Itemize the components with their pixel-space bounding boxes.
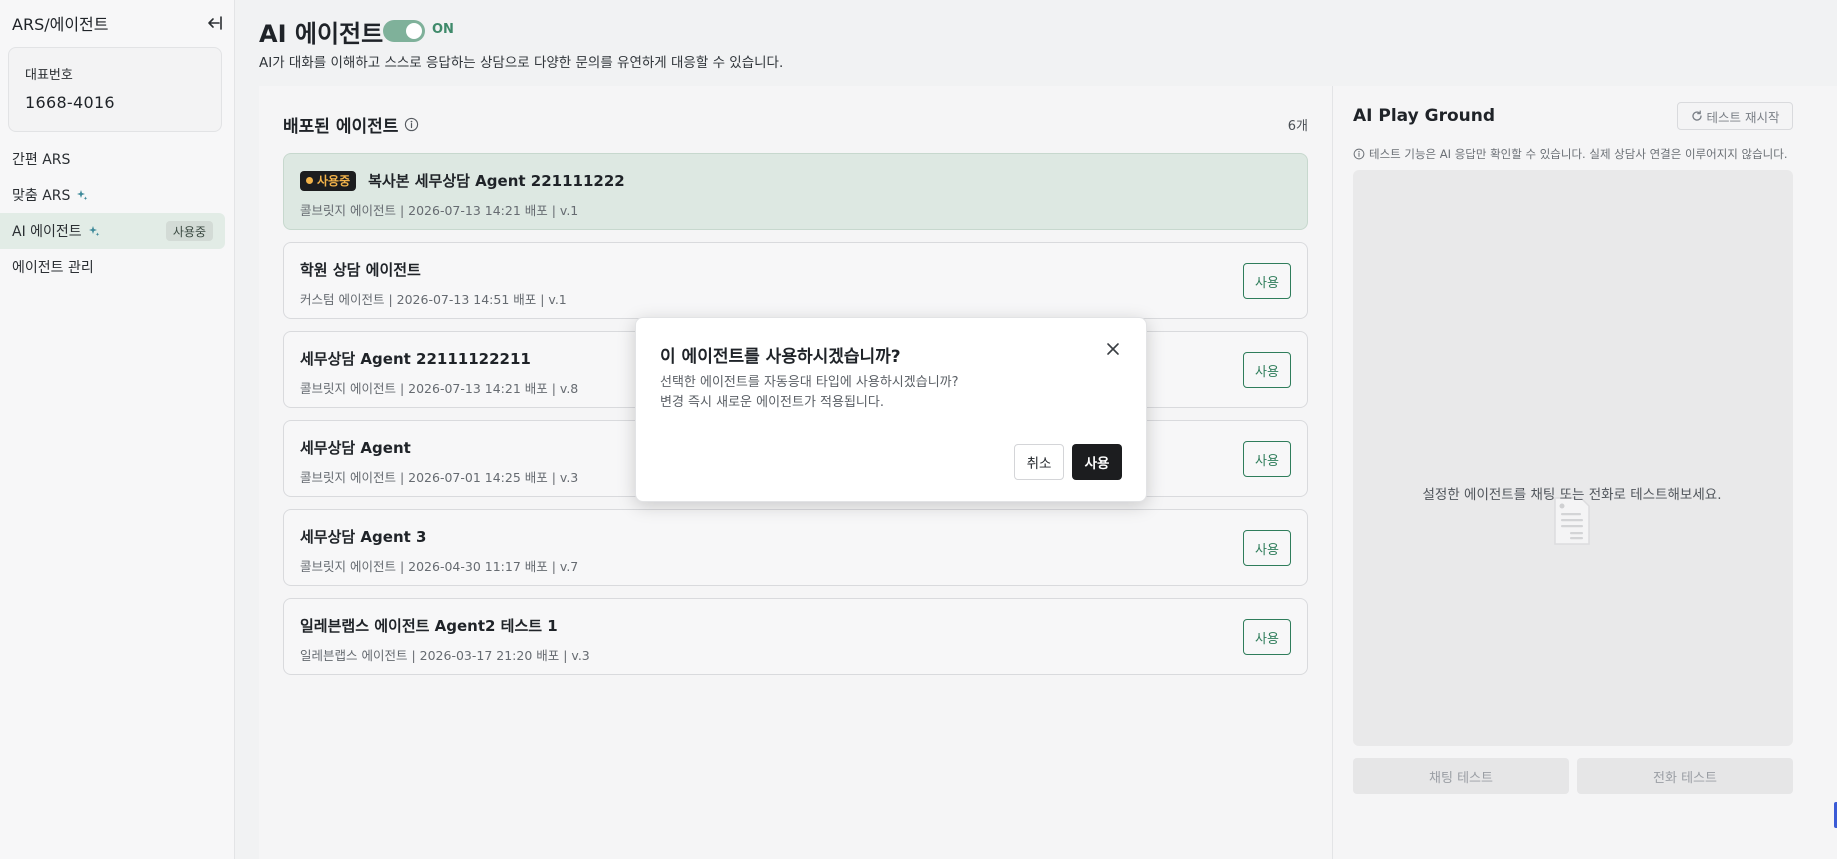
sidebar-item-agent-management[interactable]: 에이전트 관리 xyxy=(0,249,225,285)
agent-meta: 일레븐랩스 에이전트 | 2026-03-17 21:20 배포 | v.3 xyxy=(300,648,590,663)
agent-toggle[interactable] xyxy=(383,20,425,42)
agent-card[interactable]: 학원 상담 에이전트 커스텀 에이전트 | 2026-07-13 14:51 배… xyxy=(283,242,1308,319)
toggle-knob xyxy=(406,23,422,39)
sidebar-item-custom-ars[interactable]: 맞춤 ARS xyxy=(0,177,225,213)
phone-number: 1668-4016 xyxy=(25,93,115,112)
dialog-title: 이 에이전트를 사용하시겠습니까? xyxy=(660,347,901,367)
use-agent-button[interactable]: 사용 xyxy=(1243,619,1291,655)
sidebar-item-label: AI 에이전트 xyxy=(12,224,82,240)
in-use-badge: 사용중 xyxy=(300,170,357,191)
sidebar-item-label: 맞춤 ARS xyxy=(12,188,71,204)
dialog-actions: 취소 사용 xyxy=(1014,444,1122,480)
use-agent-button[interactable]: 사용 xyxy=(1243,530,1291,566)
playground-empty-text: 설정한 에이전트를 채팅 또는 전화로 테스트해보세요. xyxy=(1422,487,1722,503)
info-icon xyxy=(1353,148,1365,160)
chat-test-button[interactable]: 채팅 테스트 xyxy=(1353,758,1569,794)
toggle-label: ON xyxy=(432,22,454,37)
agent-meta: 콜브릿지 에이전트 | 2026-07-13 14:21 배포 | v.1 xyxy=(300,203,579,218)
restart-test-label: 테스트 재시작 xyxy=(1706,109,1780,125)
deployed-agents-header: 배포된 에이전트 xyxy=(283,112,420,137)
use-agent-button[interactable]: 사용 xyxy=(1243,441,1291,477)
agent-name: 일레븐랩스 에이전트 Agent2 테스트 1 xyxy=(300,617,558,635)
call-test-button[interactable]: 전화 테스트 xyxy=(1577,758,1793,794)
cancel-button[interactable]: 취소 xyxy=(1014,444,1064,480)
sidebar-item-label: 간편 ARS xyxy=(12,152,71,168)
agent-meta: 콜브릿지 에이전트 | 2026-07-01 14:25 배포 | v.3 xyxy=(300,470,579,485)
agent-name: 학원 상담 에이전트 xyxy=(300,261,421,279)
playground-area xyxy=(1353,170,1793,746)
agent-meta: 콜브릿지 에이전트 | 2026-07-13 14:21 배포 | v.8 xyxy=(300,381,579,396)
agent-card[interactable]: 세무상담 Agent 3 콜브릿지 에이전트 | 2026-04-30 11:1… xyxy=(283,509,1308,586)
document-icon xyxy=(1554,497,1590,545)
agent-name: 세무상담 Agent 3 xyxy=(300,528,427,546)
sidebar-item-ai-agent[interactable]: AI 에이전트 사용중 xyxy=(0,213,225,249)
phone-card: 대표번호 1668-4016 xyxy=(8,47,222,132)
sidebar-header: ARS/에이전트 xyxy=(12,12,224,34)
refresh-icon xyxy=(1691,110,1702,121)
info-icon[interactable] xyxy=(404,117,420,133)
restart-test-button[interactable]: 테스트 재시작 xyxy=(1677,102,1793,130)
sidebar: ARS/에이전트 대표번호 1668-4016 간편 ARS 맞춤 ARS AI… xyxy=(0,0,235,859)
close-icon[interactable] xyxy=(1102,338,1124,360)
agent-meta: 커스텀 에이전트 | 2026-07-13 14:51 배포 | v.1 xyxy=(300,292,567,307)
confirm-dialog: 이 에이전트를 사용하시겠습니까? 선택한 에이전트를 자동응대 타입에 사용하… xyxy=(635,317,1147,502)
phone-label: 대표번호 xyxy=(25,68,73,83)
agent-card[interactable]: 사용중 복사본 세무상담 Agent 221111222 콜브릿지 에이전트 |… xyxy=(283,153,1308,230)
confirm-use-button[interactable]: 사용 xyxy=(1072,444,1122,480)
collapse-left-icon[interactable] xyxy=(206,14,224,32)
playground-note-text: 테스트 기능은 AI 응답만 확인할 수 있습니다. 실제 상담사 연결은 이루… xyxy=(1369,147,1788,161)
dialog-body: 선택한 에이전트를 자동응대 타입에 사용하시겠습니까? 변경 즉시 새로운 에… xyxy=(660,373,959,413)
dialog-body-line: 변경 즉시 새로운 에이전트가 적용됩니다. xyxy=(660,395,884,410)
sparkle-icon xyxy=(88,225,100,237)
page-description: AI가 대화를 이해하고 스스로 응답하는 상담으로 다양한 문의를 유연하게 … xyxy=(259,55,784,71)
use-agent-button[interactable]: 사용 xyxy=(1243,352,1291,388)
status-dot-icon xyxy=(306,177,313,184)
agent-card[interactable]: 일레븐랩스 에이전트 Agent2 테스트 1 일레븐랩스 에이전트 | 202… xyxy=(283,598,1308,675)
agent-name-row: 사용중 복사본 세무상담 Agent 221111222 xyxy=(300,170,625,191)
sidebar-title: ARS/에이전트 xyxy=(12,15,109,34)
deployed-agents-title: 배포된 에이전트 xyxy=(283,117,399,137)
in-use-label: 사용중 xyxy=(317,174,351,188)
playground-title: AI Play Ground xyxy=(1353,106,1496,126)
playground-note: 테스트 기능은 AI 응답만 확인할 수 있습니다. 실제 상담사 연결은 이루… xyxy=(1353,146,1788,162)
page-title: AI 에이전트 xyxy=(259,20,384,48)
sidebar-item-simple-ars[interactable]: 간편 ARS xyxy=(0,141,225,177)
sparkle-icon xyxy=(76,189,88,201)
dialog-body-line: 선택한 에이전트를 자동응대 타입에 사용하시겠습니까? xyxy=(660,375,959,390)
agent-name: 복사본 세무상담 Agent 221111222 xyxy=(368,172,625,190)
agent-meta: 콜브릿지 에이전트 | 2026-04-30 11:17 배포 | v.7 xyxy=(300,559,579,574)
agent-name: 세무상담 Agent xyxy=(300,439,411,457)
sidebar-nav: 간편 ARS 맞춤 ARS AI 에이전트 사용중 에이전트 관리 xyxy=(0,141,225,285)
in-use-badge: 사용중 xyxy=(165,221,213,241)
playground-panel: AI Play Ground 테스트 재시작 테스트 기능은 AI 응답만 확인… xyxy=(1332,86,1837,859)
sidebar-item-label: 에이전트 관리 xyxy=(12,260,94,276)
use-agent-button[interactable]: 사용 xyxy=(1243,263,1291,299)
agent-name: 세무상담 Agent 22111122211 xyxy=(300,350,531,368)
agents-count: 6개 xyxy=(1287,119,1308,134)
